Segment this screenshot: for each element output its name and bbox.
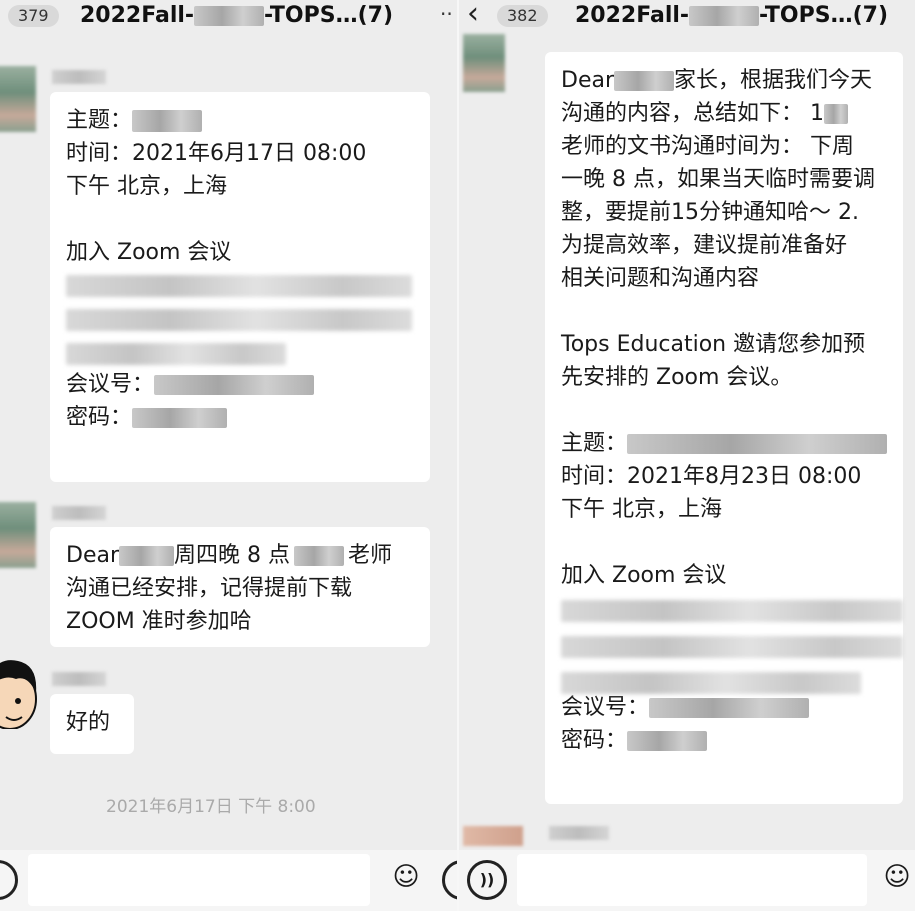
msg-line: 下午 北京，上海 — [561, 497, 722, 522]
message-bubble-reply[interactable]: 好的 — [50, 694, 134, 754]
chat-title-prefix: 2022Fall- — [575, 3, 690, 28]
msg-line: Dear 家长，根据我们今天 — [561, 68, 873, 93]
left-chat-screenshot: 379 2022Fall- -TOPS…(7) ·· 主题： 时间：2021年6月… — [0, 0, 457, 911]
msg-line: 下午 北京，上海 — [66, 174, 227, 199]
redacted-name — [689, 6, 760, 26]
chat-title-suffix: -TOPS…(7) — [264, 3, 394, 28]
redacted-password — [627, 731, 708, 751]
redacted-name — [294, 546, 344, 566]
redacted-link — [561, 672, 861, 694]
msg-line: Dear 周四晚 8 点老师 — [66, 543, 393, 568]
msg-line: 密码： — [561, 724, 887, 757]
sender-name-redacted — [52, 506, 106, 520]
sender-name-redacted — [549, 826, 609, 840]
unread-count-badge[interactable]: 382 — [497, 5, 548, 27]
msg-line: 加入 Zoom 会议 — [66, 240, 232, 265]
msg-line: 先安排的 Zoom 会议。 — [561, 365, 793, 390]
chat-title-prefix: 2022Fall- — [80, 3, 195, 28]
msg-line: 主题： — [561, 427, 888, 460]
emoji-icon[interactable]: ☺ — [386, 860, 426, 900]
redacted-topic — [132, 110, 203, 132]
redacted-link — [66, 343, 286, 365]
redacted-name — [824, 104, 848, 124]
msg-line: 主题： — [66, 104, 414, 137]
redacted-meeting-id — [154, 375, 315, 395]
sender-avatar[interactable] — [463, 34, 505, 92]
right-chat-screenshot: ‹ 382 2022Fall- -TOPS…(7) Dear 家长，根据我们今天 沟… — [459, 0, 915, 911]
redacted-meeting-id — [649, 698, 810, 718]
msg-line: 为提高效率，建议提前准备好 — [561, 233, 848, 258]
redacted-link — [66, 275, 412, 297]
unread-count-badge[interactable]: 379 — [8, 5, 59, 27]
sender-name-redacted — [52, 70, 106, 84]
redacted-password — [132, 408, 228, 428]
user-cartoon-avatar[interactable] — [0, 655, 38, 729]
chat-header: ‹ 382 2022Fall- -TOPS…(7) — [459, 0, 915, 34]
msg-line: 一晚 8 点，如果当天临时需要调 — [561, 167, 875, 192]
msg-line: ZOOM 准时参加哈 — [66, 609, 252, 634]
voice-icon[interactable]: )) — [467, 860, 507, 900]
sender-avatar[interactable] — [0, 66, 36, 132]
chat-title-suffix: -TOPS…(7) — [759, 3, 889, 28]
chat-header: 379 2022Fall- -TOPS…(7) ·· — [0, 0, 457, 34]
msg-line: 时间：2021年6月17日 08:00 — [66, 141, 367, 166]
more-options-icon[interactable]: ·· — [440, 0, 453, 28]
message-bubble-reminder[interactable]: Dear 周四晚 8 点老师 沟通已经安排，记得提前下载 ZOOM 准时参加哈 — [50, 527, 430, 647]
emoji-icon[interactable]: ☺ — [877, 860, 915, 900]
redacted-name — [614, 71, 675, 91]
message-input[interactable] — [517, 854, 867, 906]
sender-avatar[interactable] — [463, 826, 523, 846]
msg-line: 时间：2021年8月23日 08:00 — [561, 464, 862, 489]
chat-title: 2022Fall- -TOPS…(7) — [575, 0, 888, 32]
msg-line: 会议号： — [66, 368, 414, 401]
redacted-name — [119, 546, 175, 566]
msg-line: 密码： — [66, 401, 414, 434]
msg-line: 沟通已经安排，记得提前下载 — [66, 576, 353, 601]
msg-line: Tops Education 邀请您参加预 — [561, 332, 866, 357]
msg-line: 加入 Zoom 会议 — [561, 563, 727, 588]
back-icon[interactable]: ‹ — [467, 0, 479, 30]
msg-line: 整，要提前15分钟通知哈～ 2. — [561, 200, 859, 225]
sender-name-redacted — [52, 672, 106, 686]
redacted-link — [561, 600, 903, 622]
msg-line: 会议号： — [561, 691, 887, 724]
redacted-link — [561, 636, 903, 658]
sender-avatar[interactable] — [0, 502, 36, 568]
msg-line: 好的 — [66, 710, 111, 735]
msg-line: 沟通的内容，总结如下： 1 — [561, 97, 887, 130]
chat-title: 2022Fall- -TOPS…(7) — [80, 0, 393, 32]
redacted-link — [66, 309, 412, 331]
msg-line: 相关问题和沟通内容 — [561, 266, 760, 291]
message-timestamp: 2021年6月17日 下午 8:00 — [106, 797, 316, 817]
redacted-topic — [627, 434, 888, 454]
redacted-name — [194, 6, 265, 26]
msg-line: 老师的文书沟通时间为： 下周 — [561, 134, 854, 159]
message-input[interactable] — [28, 854, 370, 906]
